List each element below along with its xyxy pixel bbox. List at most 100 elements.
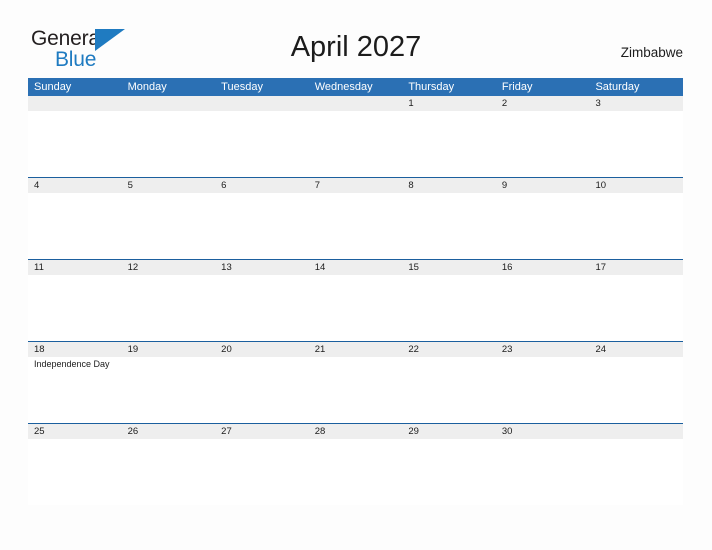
day-event-independence-day: Independence Day (34, 359, 110, 369)
day-number[interactable]: 22 (402, 342, 496, 357)
weekday-header-friday: Friday (501, 81, 533, 93)
day-event (122, 275, 216, 290)
day-number[interactable] (309, 96, 403, 111)
day-number[interactable]: 8 (402, 178, 496, 193)
week-row: 18 19 20 21 22 23 24 Independence Day (28, 341, 683, 423)
day-number[interactable]: 20 (215, 342, 309, 357)
day-number[interactable]: 24 (589, 342, 683, 357)
day-event (215, 193, 309, 208)
country-label: Zimbabwe (620, 45, 683, 60)
day-number[interactable]: 14 (309, 260, 403, 275)
weekday-header-monday: Monday (127, 81, 167, 93)
weekday-header-sunday: Sunday (34, 81, 72, 93)
week-date-band: 1 2 3 (28, 96, 683, 111)
day-number[interactable]: 30 (496, 424, 590, 439)
day-number[interactable]: 19 (122, 342, 216, 357)
week-row: 25 26 27 28 29 30 (28, 423, 683, 505)
day-event (402, 111, 496, 126)
day-number[interactable]: 5 (122, 178, 216, 193)
day-event (309, 357, 403, 372)
day-event (496, 357, 590, 372)
day-event (28, 275, 122, 290)
week-row: 11 12 13 14 15 16 17 (28, 259, 683, 341)
day-number[interactable]: 13 (215, 260, 309, 275)
day-event (122, 357, 216, 372)
day-number[interactable]: 17 (589, 260, 683, 275)
day-number[interactable]: 11 (28, 260, 122, 275)
day-number[interactable] (28, 96, 122, 111)
day-number[interactable] (589, 424, 683, 439)
day-event (309, 193, 403, 208)
day-event (215, 111, 309, 126)
day-event (589, 439, 683, 454)
day-event (28, 439, 122, 454)
day-number[interactable]: 29 (402, 424, 496, 439)
day-event (496, 193, 590, 208)
day-event (589, 193, 683, 208)
day-number[interactable]: 3 (589, 96, 683, 111)
day-number[interactable] (215, 96, 309, 111)
week-event-band (28, 275, 683, 290)
week-row-filler (28, 372, 683, 423)
day-number[interactable]: 27 (215, 424, 309, 439)
day-event (28, 193, 122, 208)
week-row-filler (28, 208, 683, 259)
day-number[interactable]: 9 (496, 178, 590, 193)
weekday-header-wednesday: Wednesday (314, 81, 373, 93)
weekday-header-saturday: Saturday (595, 81, 640, 93)
week-event-band: Independence Day (28, 357, 683, 372)
day-number[interactable]: 1 (402, 96, 496, 111)
day-event (402, 439, 496, 454)
day-event (215, 275, 309, 290)
week-date-band: 25 26 27 28 29 30 (28, 424, 683, 439)
week-date-band: 4 5 6 7 8 9 10 (28, 178, 683, 193)
day-event (215, 439, 309, 454)
day-event (496, 275, 590, 290)
day-number[interactable]: 21 (309, 342, 403, 357)
week-row-filler (28, 290, 683, 341)
day-event (589, 111, 683, 126)
day-number[interactable]: 26 (122, 424, 216, 439)
calendar-grid: Sunday Monday Tuesday Wednesday Thursday… (28, 78, 683, 505)
day-event (402, 357, 496, 372)
day-event (309, 111, 403, 126)
page-title: April 2027 (290, 31, 422, 63)
week-row: 1 2 3 (28, 96, 683, 177)
day-number[interactable] (122, 96, 216, 111)
weekday-header-thursday: Thursday (408, 81, 455, 93)
week-row: 4 5 6 7 8 9 10 (28, 177, 683, 259)
week-event-band (28, 193, 683, 208)
day-number[interactable]: 25 (28, 424, 122, 439)
day-number[interactable]: 28 (309, 424, 403, 439)
week-event-band (28, 439, 683, 454)
day-event (402, 275, 496, 290)
day-event (402, 193, 496, 208)
day-number[interactable]: 6 (215, 178, 309, 193)
day-number[interactable]: 4 (28, 178, 122, 193)
day-number[interactable]: 18 (28, 342, 122, 357)
week-row-filler (28, 454, 683, 505)
day-event (122, 111, 216, 126)
day-event (496, 111, 590, 126)
day-event (496, 439, 590, 454)
day-number[interactable]: 10 (589, 178, 683, 193)
day-event (309, 275, 403, 290)
day-event (589, 357, 683, 372)
day-event (309, 439, 403, 454)
day-number[interactable]: 23 (496, 342, 590, 357)
day-number[interactable]: 15 (402, 260, 496, 275)
day-number[interactable]: 7 (309, 178, 403, 193)
week-row-filler (28, 126, 683, 177)
day-event (122, 439, 216, 454)
page-header: General Blue April 2027 Zimbabwe (0, 0, 712, 78)
weekday-header-tuesday: Tuesday (221, 81, 263, 93)
weekday-header-row: Sunday Monday Tuesday Wednesday Thursday… (28, 78, 683, 96)
day-event (28, 111, 122, 126)
day-event (122, 193, 216, 208)
week-date-band: 18 19 20 21 22 23 24 (28, 342, 683, 357)
day-number[interactable]: 12 (122, 260, 216, 275)
day-event (589, 275, 683, 290)
day-number[interactable]: 2 (496, 96, 590, 111)
day-number[interactable]: 16 (496, 260, 590, 275)
week-event-band (28, 111, 683, 126)
